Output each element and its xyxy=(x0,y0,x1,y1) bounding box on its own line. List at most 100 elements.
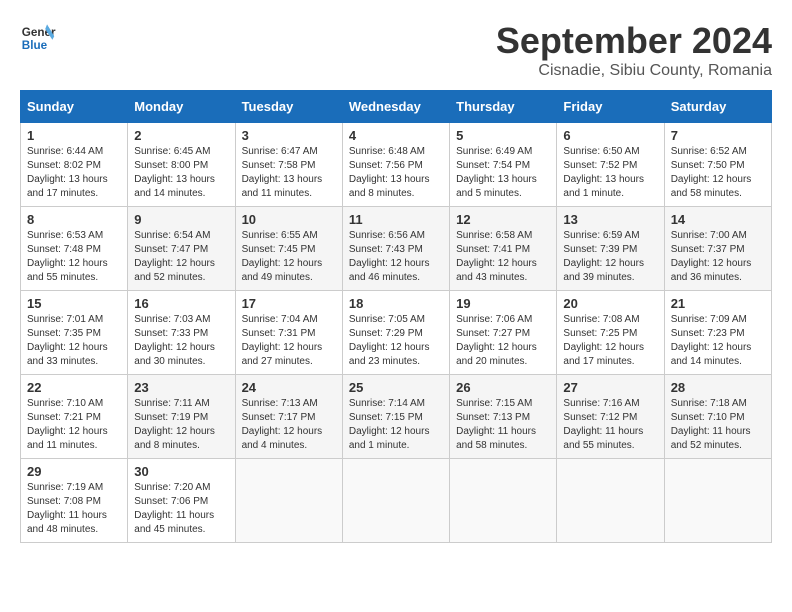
calendar-cell: 13 Sunrise: 6:59 AM Sunset: 7:39 PM Dayli… xyxy=(557,207,664,291)
calendar-cell: 9 Sunrise: 6:54 AM Sunset: 7:47 PM Daylig… xyxy=(128,207,235,291)
day-info: Sunrise: 6:55 AM Sunset: 7:45 PM Dayligh… xyxy=(242,229,336,285)
calendar-cell: 21 Sunrise: 7:09 AM Sunset: 7:23 PM Dayli… xyxy=(664,291,771,375)
day-info: Sunrise: 6:58 AM Sunset: 7:41 PM Dayligh… xyxy=(456,229,550,285)
logo: General Blue xyxy=(20,20,56,56)
weekday-header-friday: Friday xyxy=(557,91,664,123)
calendar-cell: 2 Sunrise: 6:45 AM Sunset: 8:00 PM Daylig… xyxy=(128,123,235,207)
calendar-cell xyxy=(664,459,771,543)
day-number: 7 xyxy=(671,128,765,143)
day-number: 14 xyxy=(671,212,765,227)
day-number: 26 xyxy=(456,380,550,395)
day-number: 24 xyxy=(242,380,336,395)
day-info: Sunrise: 6:52 AM Sunset: 7:50 PM Dayligh… xyxy=(671,145,765,201)
day-number: 29 xyxy=(27,464,121,479)
day-number: 27 xyxy=(563,380,657,395)
day-number: 1 xyxy=(27,128,121,143)
day-info: Sunrise: 7:06 AM Sunset: 7:27 PM Dayligh… xyxy=(456,313,550,369)
day-info: Sunrise: 6:45 AM Sunset: 8:00 PM Dayligh… xyxy=(134,145,228,201)
calendar-week-1: 1Sunrise: 6:44 AM Sunset: 8:02 PM Daylig… xyxy=(21,123,772,207)
calendar-week-5: 29 Sunrise: 7:19 AM Sunset: 7:08 PM Dayli… xyxy=(21,459,772,543)
calendar-cell: 23 Sunrise: 7:11 AM Sunset: 7:19 PM Dayli… xyxy=(128,375,235,459)
day-info: Sunrise: 7:11 AM Sunset: 7:19 PM Dayligh… xyxy=(134,397,228,453)
day-info: Sunrise: 6:50 AM Sunset: 7:52 PM Dayligh… xyxy=(563,145,657,201)
day-number: 16 xyxy=(134,296,228,311)
day-number: 4 xyxy=(349,128,443,143)
day-number: 3 xyxy=(242,128,336,143)
day-info: Sunrise: 7:19 AM Sunset: 7:08 PM Dayligh… xyxy=(27,481,121,537)
day-number: 23 xyxy=(134,380,228,395)
calendar-week-4: 22 Sunrise: 7:10 AM Sunset: 7:21 PM Dayli… xyxy=(21,375,772,459)
day-number: 9 xyxy=(134,212,228,227)
calendar-cell: 7 Sunrise: 6:52 AM Sunset: 7:50 PM Daylig… xyxy=(664,123,771,207)
calendar-cell: 17Sunrise: 7:04 AM Sunset: 7:31 PM Dayli… xyxy=(235,291,342,375)
day-info: Sunrise: 6:54 AM Sunset: 7:47 PM Dayligh… xyxy=(134,229,228,285)
day-info: Sunrise: 7:00 AM Sunset: 7:37 PM Dayligh… xyxy=(671,229,765,285)
day-number: 20 xyxy=(563,296,657,311)
day-info: Sunrise: 7:10 AM Sunset: 7:21 PM Dayligh… xyxy=(27,397,121,453)
day-info: Sunrise: 7:14 AM Sunset: 7:15 PM Dayligh… xyxy=(349,397,443,453)
day-number: 10 xyxy=(242,212,336,227)
weekday-header-saturday: Saturday xyxy=(664,91,771,123)
calendar-cell: 6 Sunrise: 6:50 AM Sunset: 7:52 PM Daylig… xyxy=(557,123,664,207)
day-number: 22 xyxy=(27,380,121,395)
page-header: General Blue September 2024 Cisnadie, Si… xyxy=(20,20,772,80)
weekday-header-monday: Monday xyxy=(128,91,235,123)
calendar-week-2: 8Sunrise: 6:53 AM Sunset: 7:48 PM Daylig… xyxy=(21,207,772,291)
day-number: 5 xyxy=(456,128,550,143)
day-number: 12 xyxy=(456,212,550,227)
day-number: 25 xyxy=(349,380,443,395)
calendar-cell: 28 Sunrise: 7:18 AM Sunset: 7:10 PM Dayli… xyxy=(664,375,771,459)
calendar-cell xyxy=(342,459,449,543)
calendar-cell: 20 Sunrise: 7:08 AM Sunset: 7:25 PM Dayli… xyxy=(557,291,664,375)
day-info: Sunrise: 6:59 AM Sunset: 7:39 PM Dayligh… xyxy=(563,229,657,285)
day-number: 13 xyxy=(563,212,657,227)
calendar-cell xyxy=(450,459,557,543)
calendar-cell: 22 Sunrise: 7:10 AM Sunset: 7:21 PM Dayli… xyxy=(21,375,128,459)
title-section: September 2024 Cisnadie, Sibiu County, R… xyxy=(496,20,772,80)
logo-icon: General Blue xyxy=(20,20,56,56)
day-info: Sunrise: 7:08 AM Sunset: 7:25 PM Dayligh… xyxy=(563,313,657,369)
day-number: 2 xyxy=(134,128,228,143)
day-number: 15 xyxy=(27,296,121,311)
calendar-cell: 5 Sunrise: 6:49 AM Sunset: 7:54 PM Daylig… xyxy=(450,123,557,207)
calendar-week-3: 15 Sunrise: 7:01 AM Sunset: 7:35 PM Dayli… xyxy=(21,291,772,375)
calendar-cell: 27Sunrise: 7:16 AM Sunset: 7:12 PM Dayli… xyxy=(557,375,664,459)
day-info: Sunrise: 7:09 AM Sunset: 7:23 PM Dayligh… xyxy=(671,313,765,369)
day-number: 30 xyxy=(134,464,228,479)
day-number: 17 xyxy=(242,296,336,311)
day-number: 6 xyxy=(563,128,657,143)
day-info: Sunrise: 7:13 AM Sunset: 7:17 PM Dayligh… xyxy=(242,397,336,453)
day-number: 18 xyxy=(349,296,443,311)
day-info: Sunrise: 7:05 AM Sunset: 7:29 PM Dayligh… xyxy=(349,313,443,369)
month-title: September 2024 xyxy=(496,20,772,62)
calendar-cell xyxy=(557,459,664,543)
calendar-cell: 24 Sunrise: 7:13 AM Sunset: 7:17 PM Dayli… xyxy=(235,375,342,459)
calendar-cell: 19 Sunrise: 7:06 AM Sunset: 7:27 PM Dayli… xyxy=(450,291,557,375)
calendar-cell: 30Sunrise: 7:20 AM Sunset: 7:06 PM Dayli… xyxy=(128,459,235,543)
day-number: 8 xyxy=(27,212,121,227)
weekday-header-tuesday: Tuesday xyxy=(235,91,342,123)
calendar-cell: 12 Sunrise: 6:58 AM Sunset: 7:41 PM Dayli… xyxy=(450,207,557,291)
location-title: Cisnadie, Sibiu County, Romania xyxy=(496,62,772,80)
day-number: 19 xyxy=(456,296,550,311)
calendar-cell: 29 Sunrise: 7:19 AM Sunset: 7:08 PM Dayli… xyxy=(21,459,128,543)
day-number: 28 xyxy=(671,380,765,395)
calendar-cell: 15 Sunrise: 7:01 AM Sunset: 7:35 PM Dayli… xyxy=(21,291,128,375)
svg-text:Blue: Blue xyxy=(22,39,48,52)
weekday-header-wednesday: Wednesday xyxy=(342,91,449,123)
day-info: Sunrise: 7:18 AM Sunset: 7:10 PM Dayligh… xyxy=(671,397,765,453)
day-info: Sunrise: 6:47 AM Sunset: 7:58 PM Dayligh… xyxy=(242,145,336,201)
calendar-cell xyxy=(235,459,342,543)
calendar-cell: 8Sunrise: 6:53 AM Sunset: 7:48 PM Daylig… xyxy=(21,207,128,291)
weekday-header-thursday: Thursday xyxy=(450,91,557,123)
calendar-cell: 3 Sunrise: 6:47 AM Sunset: 7:58 PM Daylig… xyxy=(235,123,342,207)
calendar-cell: 14 Sunrise: 7:00 AM Sunset: 7:37 PM Dayli… xyxy=(664,207,771,291)
day-number: 11 xyxy=(349,212,443,227)
calendar-cell: 1Sunrise: 6:44 AM Sunset: 8:02 PM Daylig… xyxy=(21,123,128,207)
day-number: 21 xyxy=(671,296,765,311)
weekday-header-sunday: Sunday xyxy=(21,91,128,123)
calendar-cell: 11Sunrise: 6:56 AM Sunset: 7:43 PM Dayli… xyxy=(342,207,449,291)
day-info: Sunrise: 7:01 AM Sunset: 7:35 PM Dayligh… xyxy=(27,313,121,369)
day-info: Sunrise: 6:49 AM Sunset: 7:54 PM Dayligh… xyxy=(456,145,550,201)
weekday-header-row: SundayMondayTuesdayWednesdayThursdayFrid… xyxy=(21,91,772,123)
